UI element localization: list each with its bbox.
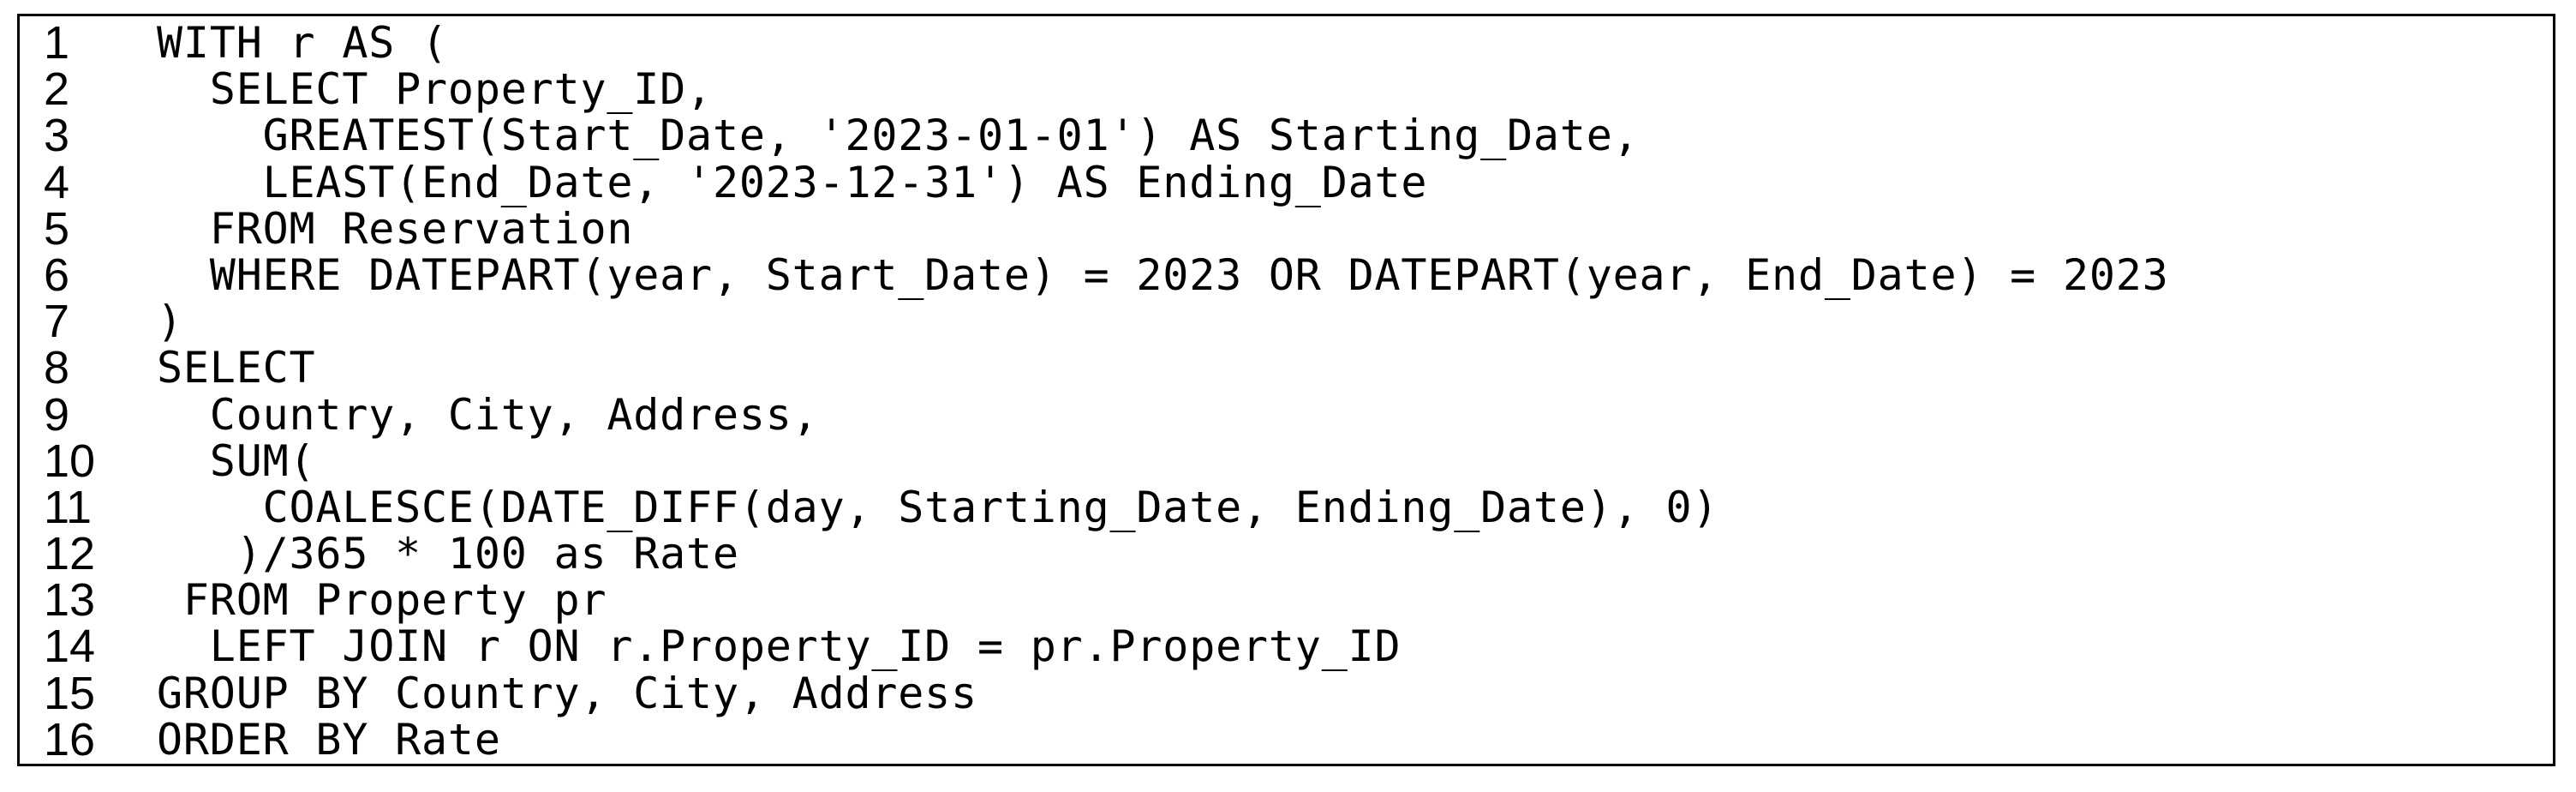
code-listing: 1 WITH r AS (2 SELECT Property_ID, 3 GREAT… bbox=[17, 14, 2555, 766]
code-text: GROUP BY Country, City, Address bbox=[157, 668, 977, 718]
code-text: LEAST(End_Date, '2023-12-31') AS Ending_… bbox=[157, 157, 1428, 207]
line-number: 13 bbox=[44, 574, 96, 627]
code-line: 8 SELECT bbox=[20, 345, 2553, 391]
line-number: 6 bbox=[44, 249, 70, 301]
code-line: 9 Country, City, Address, bbox=[20, 388, 2553, 441]
line-number: 15 bbox=[44, 667, 96, 719]
code-text: SUM( bbox=[157, 435, 316, 486]
code-line: 2 SELECT Property_ID, bbox=[20, 66, 2553, 112]
code-text: FROM Property pr bbox=[157, 575, 607, 626]
code-text: Country, City, Address, bbox=[157, 389, 819, 440]
line-number: 12 bbox=[44, 528, 96, 580]
code-text: WHERE DATEPART(year, Start_Date) = 2023 … bbox=[157, 249, 2169, 300]
code-line: 14 LEFT JOIN r ON r.Property_ID = pr.Pro… bbox=[20, 623, 2553, 669]
code-line: 1 WITH r AS ( bbox=[20, 20, 2553, 66]
code-line: 3 GREATEST(Start_Date, '2023-01-01') AS … bbox=[20, 112, 2553, 159]
line-number: 5 bbox=[44, 202, 70, 255]
code-text: COALESCE(DATE_DIFF(day, Starting_Date, E… bbox=[157, 482, 1719, 532]
code-text: )/365 * 100 as Rate bbox=[157, 529, 739, 579]
code-line: 5 FROM Reservation bbox=[20, 206, 2553, 252]
code-text: FROM Reservation bbox=[157, 203, 634, 254]
line-number: 2 bbox=[44, 63, 70, 116]
line-number: 10 bbox=[44, 435, 96, 487]
code-line: 6 WHERE DATEPART(year, Start_Date) = 202… bbox=[20, 252, 2553, 298]
code-text: ORDER BY Rate bbox=[157, 714, 501, 765]
line-number: 4 bbox=[44, 156, 70, 208]
code-text: SELECT bbox=[157, 343, 316, 393]
code-line: 15 GROUP BY Country, City, Address bbox=[20, 667, 2553, 719]
code-text: WITH r AS ( bbox=[157, 18, 448, 68]
code-line: 13 FROM Property pr bbox=[20, 577, 2553, 623]
line-number: 8 bbox=[44, 342, 70, 394]
code-line: 7) bbox=[20, 298, 2553, 345]
line-number: 11 bbox=[44, 481, 93, 533]
line-number: 16 bbox=[44, 713, 96, 765]
code-text: SELECT Property_ID, bbox=[157, 64, 713, 115]
line-number: 3 bbox=[44, 110, 70, 162]
code-text: LEFT JOIN r ON r.Property_ID = pr.Proper… bbox=[157, 621, 1402, 672]
line-number: 1 bbox=[44, 17, 70, 69]
code-line: 11 COALESCE(DATE_DIFF(day, Starting_Date… bbox=[20, 484, 2553, 531]
code-lines: 1 WITH r AS (2 SELECT Property_ID, 3 GREAT… bbox=[20, 20, 2553, 763]
code-line: 16 ORDER BY Rate bbox=[20, 717, 2553, 763]
code-line: 10 SUM( bbox=[20, 435, 2553, 487]
line-number: 9 bbox=[44, 388, 70, 441]
code-text: GREATEST(Start_Date, '2023-01-01') AS St… bbox=[157, 111, 1640, 161]
code-line: 4 LEAST(End_Date, '2023-12-31') AS Endin… bbox=[20, 156, 2553, 208]
code-text: ) bbox=[157, 297, 183, 347]
line-number: 7 bbox=[44, 296, 70, 348]
code-line: 12 )/365 * 100 as Rate bbox=[20, 531, 2553, 577]
line-number: 14 bbox=[44, 621, 96, 673]
